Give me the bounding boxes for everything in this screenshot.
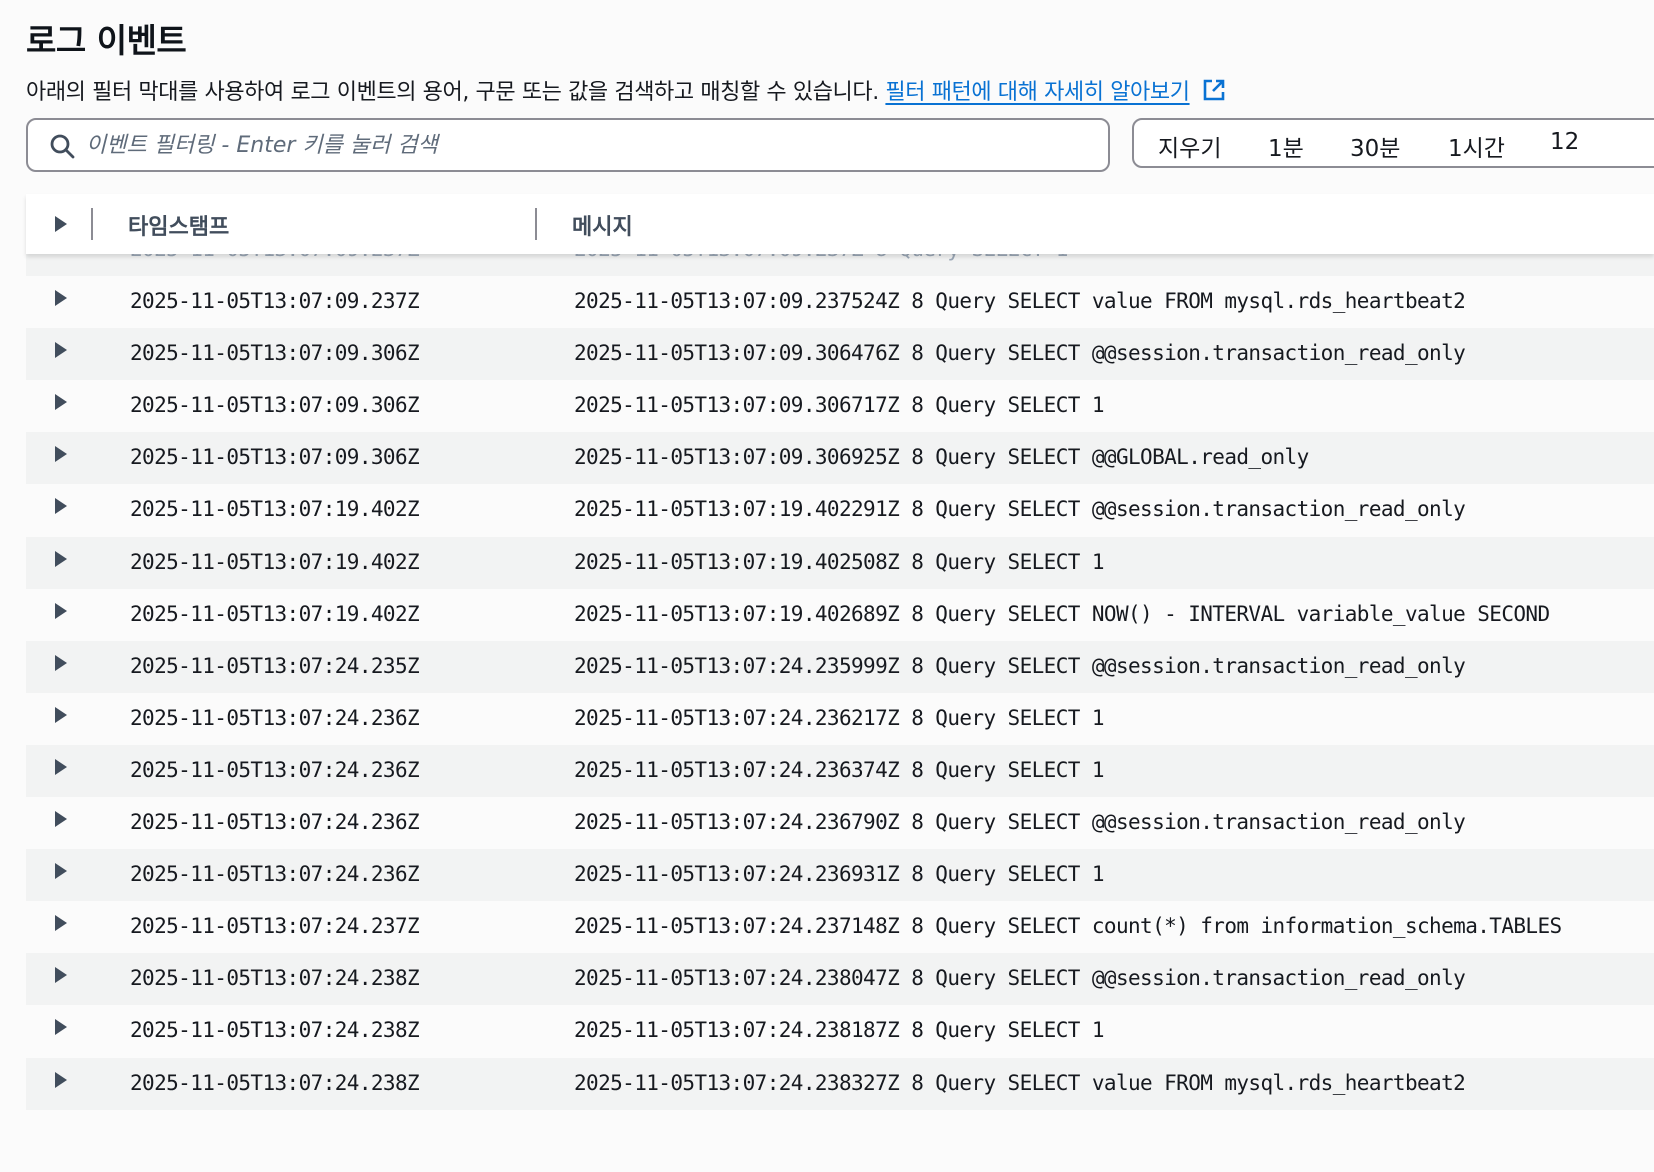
expand-row-icon[interactable] <box>53 496 69 520</box>
column-header-timestamp[interactable]: 타임스탬프 <box>128 209 229 241</box>
table-row[interactable]: 2025-11-05T13:07:19.402Z 2025-11-05T13:07… <box>26 484 1654 536</box>
row-message: 2025-11-05T13:07:19.402689Z 8 Query SELE… <box>574 601 1550 626</box>
row-timestamp: 2025-11-05T13:07:24.236Z <box>130 757 420 782</box>
row-message: 2025-11-05T13:07:24.236790Z 8 Query SELE… <box>574 810 1466 835</box>
row-timestamp: 2025-11-05T13:07:24.238Z <box>130 1070 420 1095</box>
row-message: 2025-11-05T13:07:09.237524Z 8 Query SELE… <box>574 289 1466 314</box>
table-row[interactable]: 2025-11-05T13:07:24.237Z 2025-11-05T13:07… <box>26 901 1654 953</box>
page-description: 아래의 필터 막대를 사용하여 로그 이벤트의 용어, 구문 또는 값을 검색하… <box>26 74 1226 108</box>
table-row[interactable]: 2025-11-05T13:07:19.402Z 2025-11-05T13:07… <box>26 589 1654 641</box>
row-message: 2025-11-05T13:07:24.236931Z 8 Query SELE… <box>574 862 1105 887</box>
table-row[interactable]: 2025-11-05T13:07:19.402Z 2025-11-05T13:07… <box>26 536 1654 589</box>
expand-row-icon[interactable] <box>53 1017 69 1041</box>
expand-row-icon[interactable] <box>53 601 69 625</box>
table-row[interactable]: 2025-11-05T13:07:24.236Z 2025-11-05T13:07… <box>26 693 1654 745</box>
search-icon <box>48 132 76 164</box>
row-timestamp: 2025-11-05T13:07:09.306Z <box>130 445 420 470</box>
table-row[interactable]: 2025-11-05T13:07:24.236Z 2025-11-05T13:07… <box>26 744 1654 798</box>
row-message: 2025-11-05T13:07:24.235999Z 8 Query SELE… <box>574 653 1466 678</box>
row-timestamp: 2025-11-05T13:07:24.237Z <box>130 914 420 939</box>
table-row[interactable]: 2025-11-05T13:07:24.238Z 2025-11-05T13:07… <box>26 1005 1654 1057</box>
expand-row-icon[interactable] <box>53 549 69 573</box>
log-event-list: 2025-11-05T13:07:09.237Z 2025-11-05T13:0… <box>26 224 1654 1110</box>
table-row[interactable]: 2025-11-05T13:07:24.235Z 2025-11-05T13:07… <box>26 640 1654 693</box>
clear-button[interactable]: 지우기 <box>1158 129 1221 163</box>
table-row[interactable]: 2025-11-05T13:07:09.237Z 2025-11-05T13:07… <box>26 276 1654 328</box>
filter-events-search <box>26 118 1110 172</box>
row-message: 2025-11-05T13:07:19.402291Z 8 Query SELE… <box>574 497 1466 522</box>
column-divider[interactable] <box>535 208 537 240</box>
expand-row-icon[interactable] <box>53 809 69 833</box>
table-row[interactable]: 2025-11-05T13:07:24.238Z 2025-11-05T13:07… <box>26 953 1654 1006</box>
table-row[interactable]: 2025-11-05T13:07:09.306Z 2025-11-05T13:07… <box>26 380 1654 432</box>
row-timestamp: 2025-11-05T13:07:24.238Z <box>130 1018 420 1043</box>
row-message: 2025-11-05T13:07:24.238047Z 8 Query SELE… <box>574 966 1466 991</box>
row-message: 2025-11-05T13:07:24.238187Z 8 Query SELE… <box>574 1018 1105 1043</box>
expand-row-icon[interactable] <box>53 965 69 989</box>
table-header: 타임스탬프 메시지 <box>26 194 1654 254</box>
expand-row-icon[interactable] <box>53 653 69 677</box>
range-1hour[interactable]: 1시간 <box>1448 129 1505 163</box>
expand-row-icon[interactable] <box>53 288 69 312</box>
log-events-panel: 로그 이벤트 아래의 필터 막대를 사용하여 로그 이벤트의 용어, 구문 또는… <box>0 0 1654 1172</box>
learn-more-link-text: 필터 패턴에 대해 자세히 알아보기 <box>885 80 1190 105</box>
table-row[interactable]: 2025-11-05T13:07:24.236Z 2025-11-05T13:07… <box>26 797 1654 849</box>
row-timestamp: 2025-11-05T13:07:24.236Z <box>130 862 420 887</box>
row-message: 2025-11-05T13:07:24.237148Z 8 Query SELE… <box>574 914 1562 939</box>
expand-row-icon[interactable] <box>53 444 69 468</box>
expand-row-icon[interactable] <box>53 705 69 729</box>
external-link-icon[interactable] <box>1202 78 1226 108</box>
time-range-selector: 지우기 1분 30분 1시간 12 <box>1132 118 1654 168</box>
row-message: 2025-11-05T13:07:19.402508Z 8 Query SELE… <box>574 549 1105 574</box>
row-message: 2025-11-05T13:07:09.306925Z 8 Query SELE… <box>574 445 1309 470</box>
expand-row-icon[interactable] <box>53 913 69 937</box>
row-timestamp: 2025-11-05T13:07:09.237Z <box>130 289 420 314</box>
range-30min[interactable]: 30분 <box>1350 129 1400 163</box>
expand-all-icon[interactable] <box>53 214 69 238</box>
expand-row-icon[interactable] <box>53 340 69 364</box>
row-timestamp: 2025-11-05T13:07:24.235Z <box>130 653 420 678</box>
page-title: 로그 이벤트 <box>26 21 187 60</box>
row-timestamp: 2025-11-05T13:07:09.306Z <box>130 341 420 366</box>
range-12hour[interactable]: 12 <box>1550 129 1579 155</box>
row-timestamp: 2025-11-05T13:07:19.402Z <box>130 549 420 574</box>
row-message: 2025-11-05T13:07:24.238327Z 8 Query SELE… <box>574 1070 1466 1095</box>
table-row[interactable]: 2025-11-05T13:07:09.306Z 2025-11-05T13:07… <box>26 328 1654 381</box>
row-timestamp: 2025-11-05T13:07:19.402Z <box>130 497 420 522</box>
expand-row-icon[interactable] <box>53 1070 69 1094</box>
search-input[interactable] <box>86 128 1086 162</box>
row-timestamp: 2025-11-05T13:07:19.402Z <box>130 601 420 626</box>
expand-row-icon[interactable] <box>53 861 69 885</box>
learn-more-link[interactable]: 필터 패턴에 대해 자세히 알아보기 <box>885 80 1190 105</box>
column-header-message[interactable]: 메시지 <box>572 209 633 241</box>
range-1min[interactable]: 1분 <box>1268 129 1304 163</box>
table-row[interactable]: 2025-11-05T13:07:09.306Z 2025-11-05T13:07… <box>26 432 1654 485</box>
row-message: 2025-11-05T13:07:09.306476Z 8 Query SELE… <box>574 341 1466 366</box>
row-timestamp: 2025-11-05T13:07:09.306Z <box>130 393 420 418</box>
table-row[interactable]: 2025-11-05T13:07:24.236Z 2025-11-05T13:07… <box>26 849 1654 902</box>
expand-row-icon[interactable] <box>53 392 69 416</box>
row-timestamp: 2025-11-05T13:07:24.236Z <box>130 705 420 730</box>
row-message: 2025-11-05T13:07:09.306717Z 8 Query SELE… <box>574 393 1105 418</box>
table-row[interactable]: 2025-11-05T13:07:24.238Z 2025-11-05T13:07… <box>26 1057 1654 1110</box>
row-message: 2025-11-05T13:07:24.236374Z 8 Query SELE… <box>574 757 1105 782</box>
expand-row-icon[interactable] <box>53 757 69 781</box>
description-text: 아래의 필터 막대를 사용하여 로그 이벤트의 용어, 구문 또는 값을 검색하… <box>26 80 879 105</box>
column-divider[interactable] <box>91 208 93 240</box>
row-timestamp: 2025-11-05T13:07:24.236Z <box>130 810 420 835</box>
row-timestamp: 2025-11-05T13:07:24.238Z <box>130 966 420 991</box>
row-message: 2025-11-05T13:07:24.236217Z 8 Query SELE… <box>574 705 1105 730</box>
